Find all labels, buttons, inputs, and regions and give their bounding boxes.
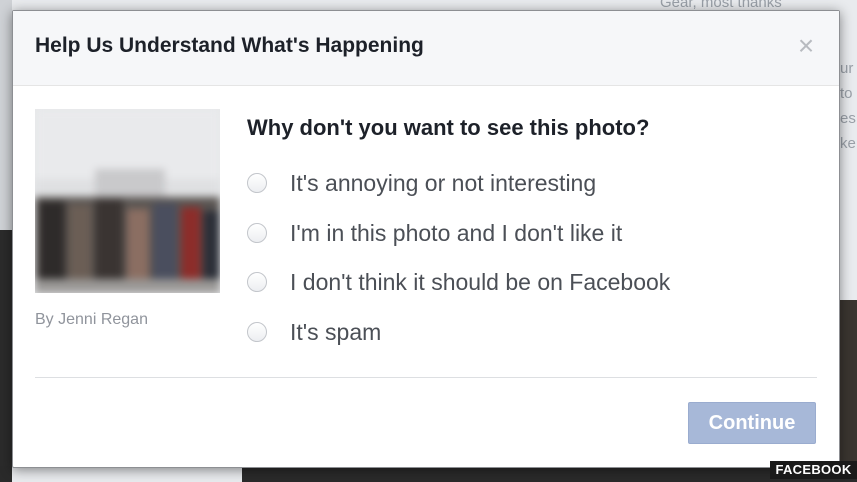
photo-thumbnail [35, 109, 220, 293]
dialog-header: Help Us Understand What's Happening × [13, 11, 839, 86]
question-heading: Why don't you want to see this photo? [247, 115, 650, 140]
radio-button[interactable] [247, 272, 267, 292]
photo-credit: By Jenni Regan [35, 311, 148, 328]
facebook-watermark: FACEBOOK [770, 461, 857, 479]
option-spam[interactable]: It's spam [247, 317, 381, 347]
background-bottom-strip [0, 466, 857, 482]
footer-divider [35, 377, 817, 378]
dialog-title: Help Us Understand What's Happening [35, 34, 424, 57]
continue-button[interactable]: Continue [688, 402, 816, 444]
background-left-strip [0, 0, 12, 482]
option-not-on-facebook[interactable]: I don't think it should be on Facebook [247, 267, 670, 297]
close-icon[interactable]: × [795, 32, 817, 60]
radio-button[interactable] [247, 322, 267, 342]
radio-button[interactable] [247, 223, 267, 243]
radio-button[interactable] [247, 173, 267, 193]
option-in-photo[interactable]: I'm in this photo and I don't like it [247, 218, 622, 248]
option-label: It's annoying or not interesting [290, 169, 597, 196]
option-annoying[interactable]: It's annoying or not interesting [247, 168, 596, 198]
background-partial-text-right: ur to es ke [840, 60, 856, 152]
option-label: I don't think it should be on Facebook [290, 268, 671, 295]
option-label: It's spam [290, 318, 382, 345]
report-photo-dialog: Help Us Understand What's Happening × By… [12, 10, 840, 468]
option-label: I'm in this photo and I don't like it [290, 219, 623, 246]
